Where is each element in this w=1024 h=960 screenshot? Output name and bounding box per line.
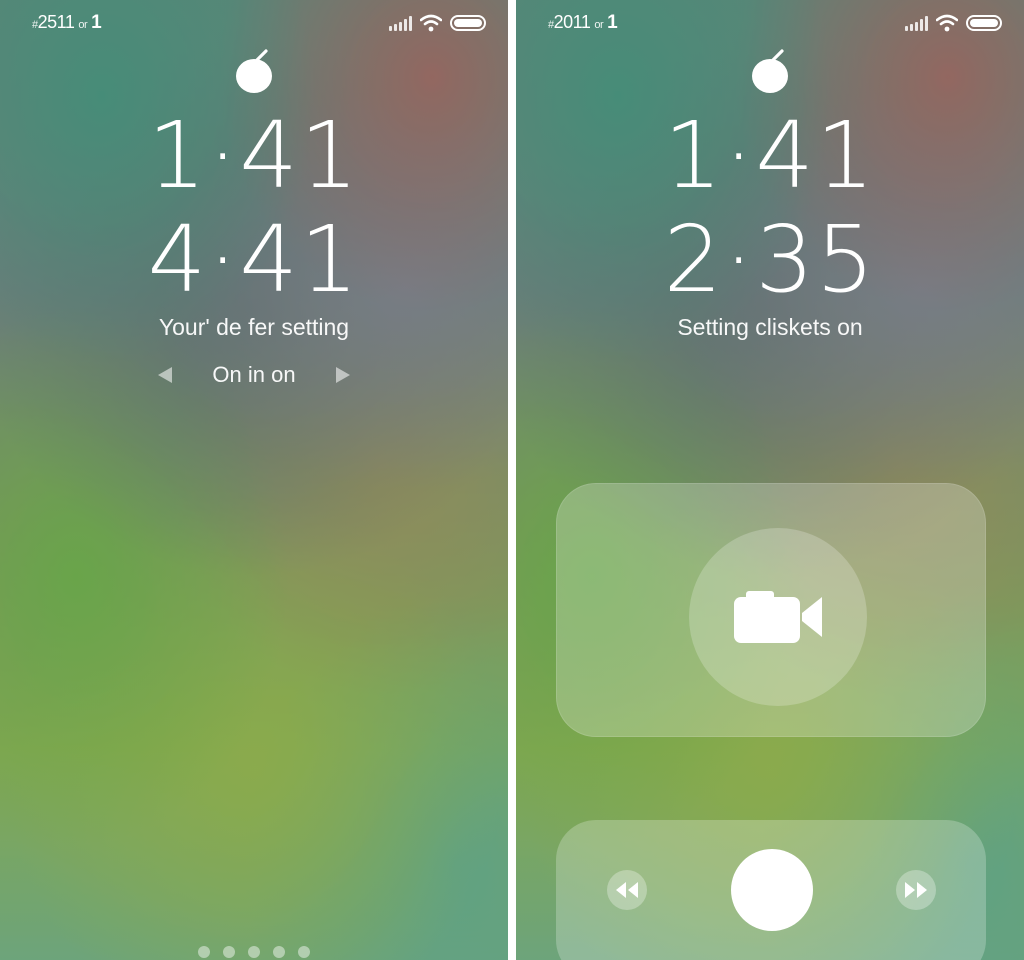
apple-logo-icon xyxy=(752,49,788,93)
carrier-number: 2511 xyxy=(37,12,75,32)
signal-icon xyxy=(389,15,412,31)
right-arrow-icon[interactable] xyxy=(334,366,352,384)
camera-button[interactable] xyxy=(689,528,867,706)
battery-icon xyxy=(450,15,486,31)
wifi-icon xyxy=(936,14,958,32)
carrier-extra: 1 xyxy=(607,12,618,33)
camera-panel xyxy=(556,483,986,737)
right-lock-screen: #2011 or 1 1·41 2·35 Setting cliskets on xyxy=(516,0,1024,960)
clock-time-primary: 1·41 xyxy=(147,102,361,209)
battery-icon xyxy=(966,15,1002,31)
video-camera-icon xyxy=(734,591,822,643)
fast-forward-icon xyxy=(905,882,927,898)
rewind-button[interactable] xyxy=(607,870,647,910)
rewind-icon xyxy=(616,882,638,898)
left-lock-screen: #2511 or 1 1·41 4·41 Your' de fer settin… xyxy=(0,0,508,960)
clock-time-primary: 1·41 xyxy=(663,102,877,209)
apple-logo-icon xyxy=(236,49,272,93)
carrier-prefix: # xyxy=(548,19,554,31)
pager-control: On in on xyxy=(0,362,508,388)
status-bar: #2511 or 1 xyxy=(32,12,486,36)
left-arrow-icon[interactable] xyxy=(156,366,174,384)
carrier-prefix: # xyxy=(32,19,38,31)
page-dot xyxy=(223,946,235,958)
pager-label: On in on xyxy=(212,362,296,387)
clock-time-secondary: 4·41 xyxy=(147,206,361,313)
carrier-number: 2011 xyxy=(553,12,591,32)
carrier-label: #2511 or 1 xyxy=(32,12,102,34)
status-icons xyxy=(389,14,486,32)
wifi-icon xyxy=(420,14,442,32)
status-bar: #2011 or 1 xyxy=(548,12,1002,36)
screenshot-stage: #2511 or 1 1·41 4·41 Your' de fer settin… xyxy=(0,0,1024,960)
carrier-suffix: or xyxy=(78,19,88,31)
carrier-suffix: or xyxy=(594,19,604,31)
page-indicator[interactable] xyxy=(0,946,508,958)
media-panel xyxy=(556,820,986,960)
carrier-extra: 1 xyxy=(91,12,102,33)
lock-subtitle: Setting cliskets on xyxy=(677,314,863,340)
page-dot xyxy=(248,946,260,958)
page-dot xyxy=(198,946,210,958)
carrier-label: #2011 or 1 xyxy=(548,12,618,34)
fast-forward-button[interactable] xyxy=(896,870,936,910)
status-icons xyxy=(905,14,1002,32)
page-dot xyxy=(273,946,285,958)
lock-subtitle: Your' de fer setting xyxy=(158,314,350,340)
signal-icon xyxy=(905,15,928,31)
page-dot xyxy=(298,946,310,958)
clock-time-secondary: 2·35 xyxy=(663,206,877,313)
shutter-button[interactable] xyxy=(731,849,813,931)
